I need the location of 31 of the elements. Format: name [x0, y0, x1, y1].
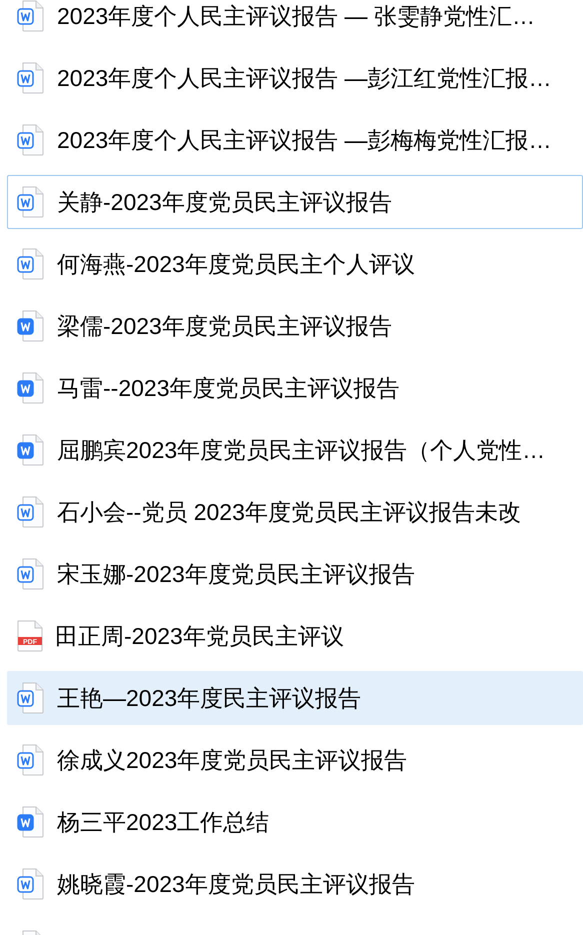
file-name: 徐成义2023年度党员民主评议报告 — [57, 746, 408, 775]
file-name: 杨三平2023工作总结 — [57, 808, 270, 837]
file-name: 宋玉娜-2023年度党员民主评议报告 — [57, 560, 415, 589]
file-name: 梁儒-2023年度党员民主评议报告 — [57, 312, 392, 341]
word-document-icon — [17, 806, 45, 838]
word-document-icon — [17, 0, 45, 32]
word-document-icon — [17, 372, 45, 404]
word-document-icon — [17, 186, 45, 218]
word-document-icon — [17, 248, 45, 280]
word-document-icon — [17, 62, 45, 94]
file-name: 田正周-2023年党员民主评议 — [55, 622, 344, 651]
word-document-icon — [17, 434, 45, 466]
word-document-icon — [17, 868, 45, 900]
file-name: 2023年度个人民主评议报告 —彭江红党性汇报… — [57, 64, 552, 93]
word-document-icon — [17, 124, 45, 156]
file-name: 马雷--2023年度党员民主评议报告 — [57, 374, 400, 403]
word-document-icon — [17, 310, 45, 342]
file-name: 姚晓霞-2023年度党员民主评议报告 — [57, 870, 415, 899]
word-document-icon — [17, 682, 45, 714]
word-document-icon — [17, 558, 45, 590]
word-document-icon — [17, 496, 45, 528]
file-name: 屈鹏宾2023年度党员民主评议报告（个人党性… — [57, 436, 546, 465]
file-name: 关静-2023年度党员民主评议报告 — [57, 188, 392, 217]
word-document-icon — [17, 744, 45, 776]
file-name: 石小会--党员 2023年度党员民主评议报告未改 — [57, 498, 521, 527]
file-row[interactable]: 关静-2023年度党员民主评议报告 — [7, 175, 583, 229]
file-name: 何海燕-2023年度党员民主个人评议 — [57, 250, 415, 279]
file-row[interactable]: 王艳—2023年度民主评议报告 — [7, 671, 583, 725]
file-name: 2023年度个人民主评议报告 — 张雯静党性汇… — [57, 2, 535, 31]
file-name: 2023年度个人民主评议报告 —彭梅梅党性汇报… — [57, 126, 552, 155]
file-name: 王艳—2023年度民主评议报告 — [57, 684, 362, 713]
